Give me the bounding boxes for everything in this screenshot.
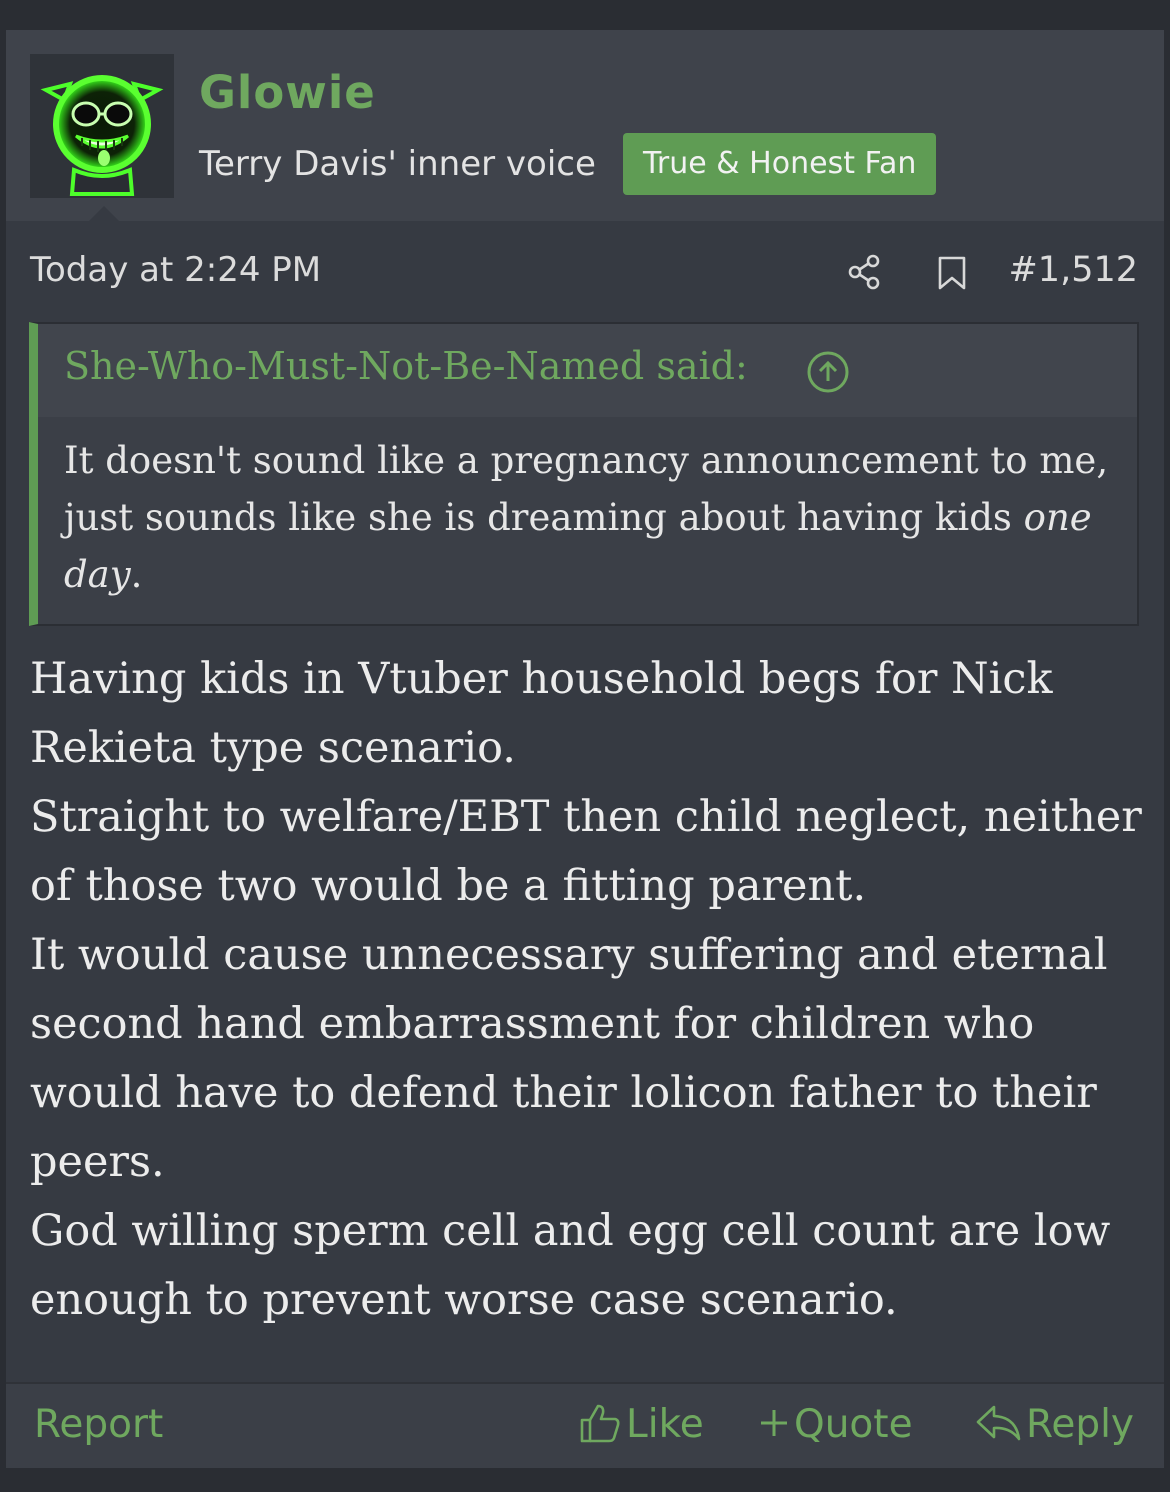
- post-footer: Report Like Quote Reply: [6, 1382, 1164, 1468]
- quote-text-end: .: [130, 553, 143, 596]
- quote-header: She-Who-Must-Not-Be-Named said:: [38, 324, 1137, 417]
- reply-arrow-icon: [976, 1405, 1021, 1440]
- post-number[interactable]: #1,512: [1008, 250, 1138, 290]
- report-button[interactable]: Report: [34, 1402, 163, 1447]
- like-button[interactable]: Like: [578, 1402, 704, 1449]
- arrow-up-circle-icon[interactable]: [806, 350, 850, 398]
- message-body: Having kids in Vtuber household begs for…: [30, 645, 1150, 1335]
- message-paragraph: God willing sperm cell and egg cell coun…: [30, 1206, 1111, 1325]
- quote-label: Quote: [794, 1402, 913, 1447]
- share-icon[interactable]: [846, 253, 884, 295]
- like-label: Like: [626, 1402, 704, 1447]
- bookmark-icon[interactable]: [937, 256, 967, 294]
- avatar[interactable]: [30, 54, 174, 198]
- user-banner: True & Honest Fan: [623, 133, 937, 195]
- quote-text-main: It doesn't sound like a pregnancy announ…: [64, 439, 1109, 539]
- thumbs-up-icon: [580, 1404, 620, 1442]
- quote-attribution[interactable]: She-Who-Must-Not-Be-Named said:: [64, 344, 748, 388]
- plus-icon: [761, 1409, 787, 1436]
- message-paragraph: Straight to welfare/EBT then child negle…: [30, 792, 1142, 911]
- quote-block: She-Who-Must-Not-Be-Named said: It doesn…: [29, 322, 1139, 626]
- reply-button[interactable]: Reply: [974, 1402, 1134, 1447]
- header-pointer: [89, 206, 119, 221]
- user-header: Glowie Terry Davis' inner voice True & H…: [6, 30, 1164, 221]
- post-date[interactable]: Today at 2:24 PM: [30, 250, 321, 290]
- quote-button[interactable]: Quote: [758, 1402, 913, 1447]
- glowing-face-icon: [40, 75, 164, 196]
- user-title: Terry Davis' inner voice: [199, 144, 596, 184]
- reply-label: Reply: [1026, 1402, 1135, 1447]
- post-container: Glowie Terry Davis' inner voice True & H…: [6, 30, 1164, 1468]
- username[interactable]: Glowie: [199, 66, 376, 119]
- quote-text: It doesn't sound like a pregnancy announ…: [64, 432, 1111, 603]
- message-paragraph: Having kids in Vtuber household begs for…: [30, 654, 1053, 773]
- message-paragraph: It would cause unnecessary suffering and…: [30, 930, 1108, 1187]
